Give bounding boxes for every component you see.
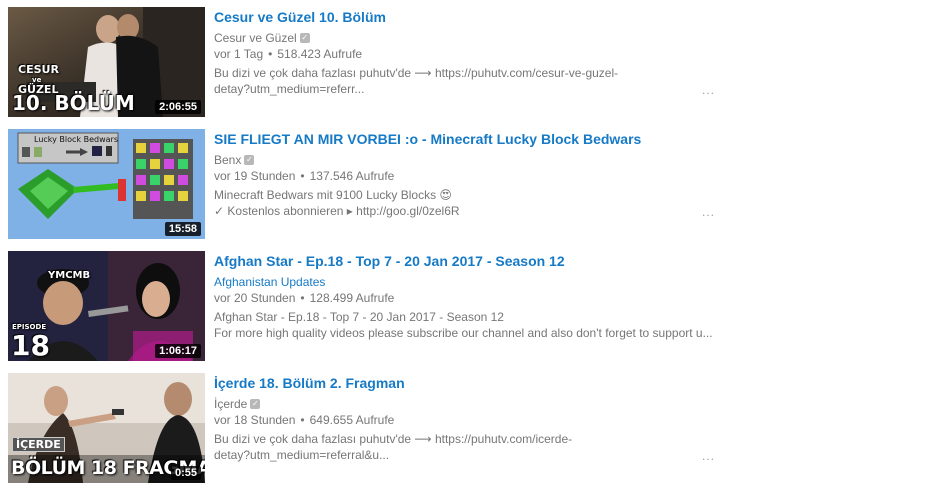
channel-name[interactable]: Benx ✓ [214, 153, 714, 167]
verified-icon: ✓ [250, 399, 261, 409]
upload-age: vor 19 Stunden [214, 169, 296, 183]
video-meta: vor 19 Stunden • 137.546 Aufrufe [214, 169, 395, 183]
video-description: Bu dizi ve çok daha fazlası puhutv'de ⟶ … [214, 66, 619, 96]
upload-age: vor 20 Stunden [214, 291, 296, 305]
view-count: 518.423 Aufrufe [277, 47, 363, 61]
video-title[interactable]: Cesur ve Güzel 10. Bölüm [214, 9, 714, 26]
video-description: Bu dizi ve çok daha fazlası puhutv'de ⟶ … [214, 432, 573, 462]
verified-icon: ✓ [244, 155, 255, 165]
video-title[interactable]: İçerde 18. Bölüm 2. Fragman [214, 375, 714, 392]
list-item: YMCMB EPISODE 18 1:06:17 Afghan Star - E… [0, 251, 730, 363]
duration-badge: 15:58 [164, 222, 201, 236]
channel-name[interactable]: İçerde ✓ [214, 397, 714, 411]
duration-badge: 2:06:55 [155, 100, 201, 114]
video-thumbnail[interactable]: İÇERDE BÖLÜM 18 FRAGMAN 2 0:55 [8, 373, 205, 483]
video-meta: vor 18 Stunden • 649.655 Aufrufe [214, 413, 395, 427]
thumb-caption: 10. BÖLÜM [12, 91, 135, 115]
thumb-logo: YMCMB [48, 270, 91, 281]
more-icon[interactable]: ... [702, 449, 715, 463]
verified-icon: ✓ [299, 33, 310, 43]
thumb-caption: Lucky Block Bedwars [34, 135, 118, 144]
list-item: Lucky Block Bedwars 15:58 SIE FLIEGT AN … [0, 129, 730, 241]
thumb-logo: İÇERDE [12, 437, 65, 452]
upload-age: vor 1 Tag [214, 47, 264, 61]
video-description: Afghan Star - Ep.18 - Top 7 - 20 Jan 201… [214, 310, 713, 340]
view-count: 128.499 Aufrufe [309, 291, 395, 305]
more-icon[interactable]: ... [702, 205, 715, 219]
channel-name[interactable]: Afghanistan Updates [214, 275, 714, 289]
view-count: 649.655 Aufrufe [309, 413, 395, 427]
list-item: CESUR ve GÜZEL 10. BÖLÜM 2:06:55 Cesur v… [0, 7, 730, 119]
video-meta: vor 1 Tag • 518.423 Aufrufe [214, 47, 363, 61]
thumb-caption: 18 [11, 329, 50, 361]
list-item: İÇERDE BÖLÜM 18 FRAGMAN 2 0:55 İçerde 18… [0, 373, 730, 485]
video-description: Minecraft Bedwars mit 9100 Lucky Blocks … [214, 188, 460, 218]
view-count: 137.546 Aufrufe [309, 169, 395, 183]
video-meta: vor 20 Stunden • 128.499 Aufrufe [214, 291, 395, 305]
duration-badge: 1:06:17 [155, 344, 201, 358]
video-title[interactable]: SIE FLIEGT AN MIR VORBEI :o - Minecraft … [214, 131, 714, 148]
video-title[interactable]: Afghan Star - Ep.18 - Top 7 - 20 Jan 201… [214, 253, 714, 270]
more-icon[interactable]: ... [702, 83, 715, 97]
duration-badge: 0:55 [170, 466, 201, 480]
video-thumbnail[interactable]: CESUR ve GÜZEL 10. BÖLÜM 2:06:55 [8, 7, 205, 117]
channel-name[interactable]: Cesur ve Güzel ✓ [214, 31, 714, 45]
video-list: CESUR ve GÜZEL 10. BÖLÜM 2:06:55 Cesur v… [0, 0, 950, 492]
video-thumbnail[interactable]: YMCMB EPISODE 18 1:06:17 [8, 251, 205, 361]
video-thumbnail[interactable]: Lucky Block Bedwars 15:58 [8, 129, 205, 239]
upload-age: vor 18 Stunden [214, 413, 296, 427]
